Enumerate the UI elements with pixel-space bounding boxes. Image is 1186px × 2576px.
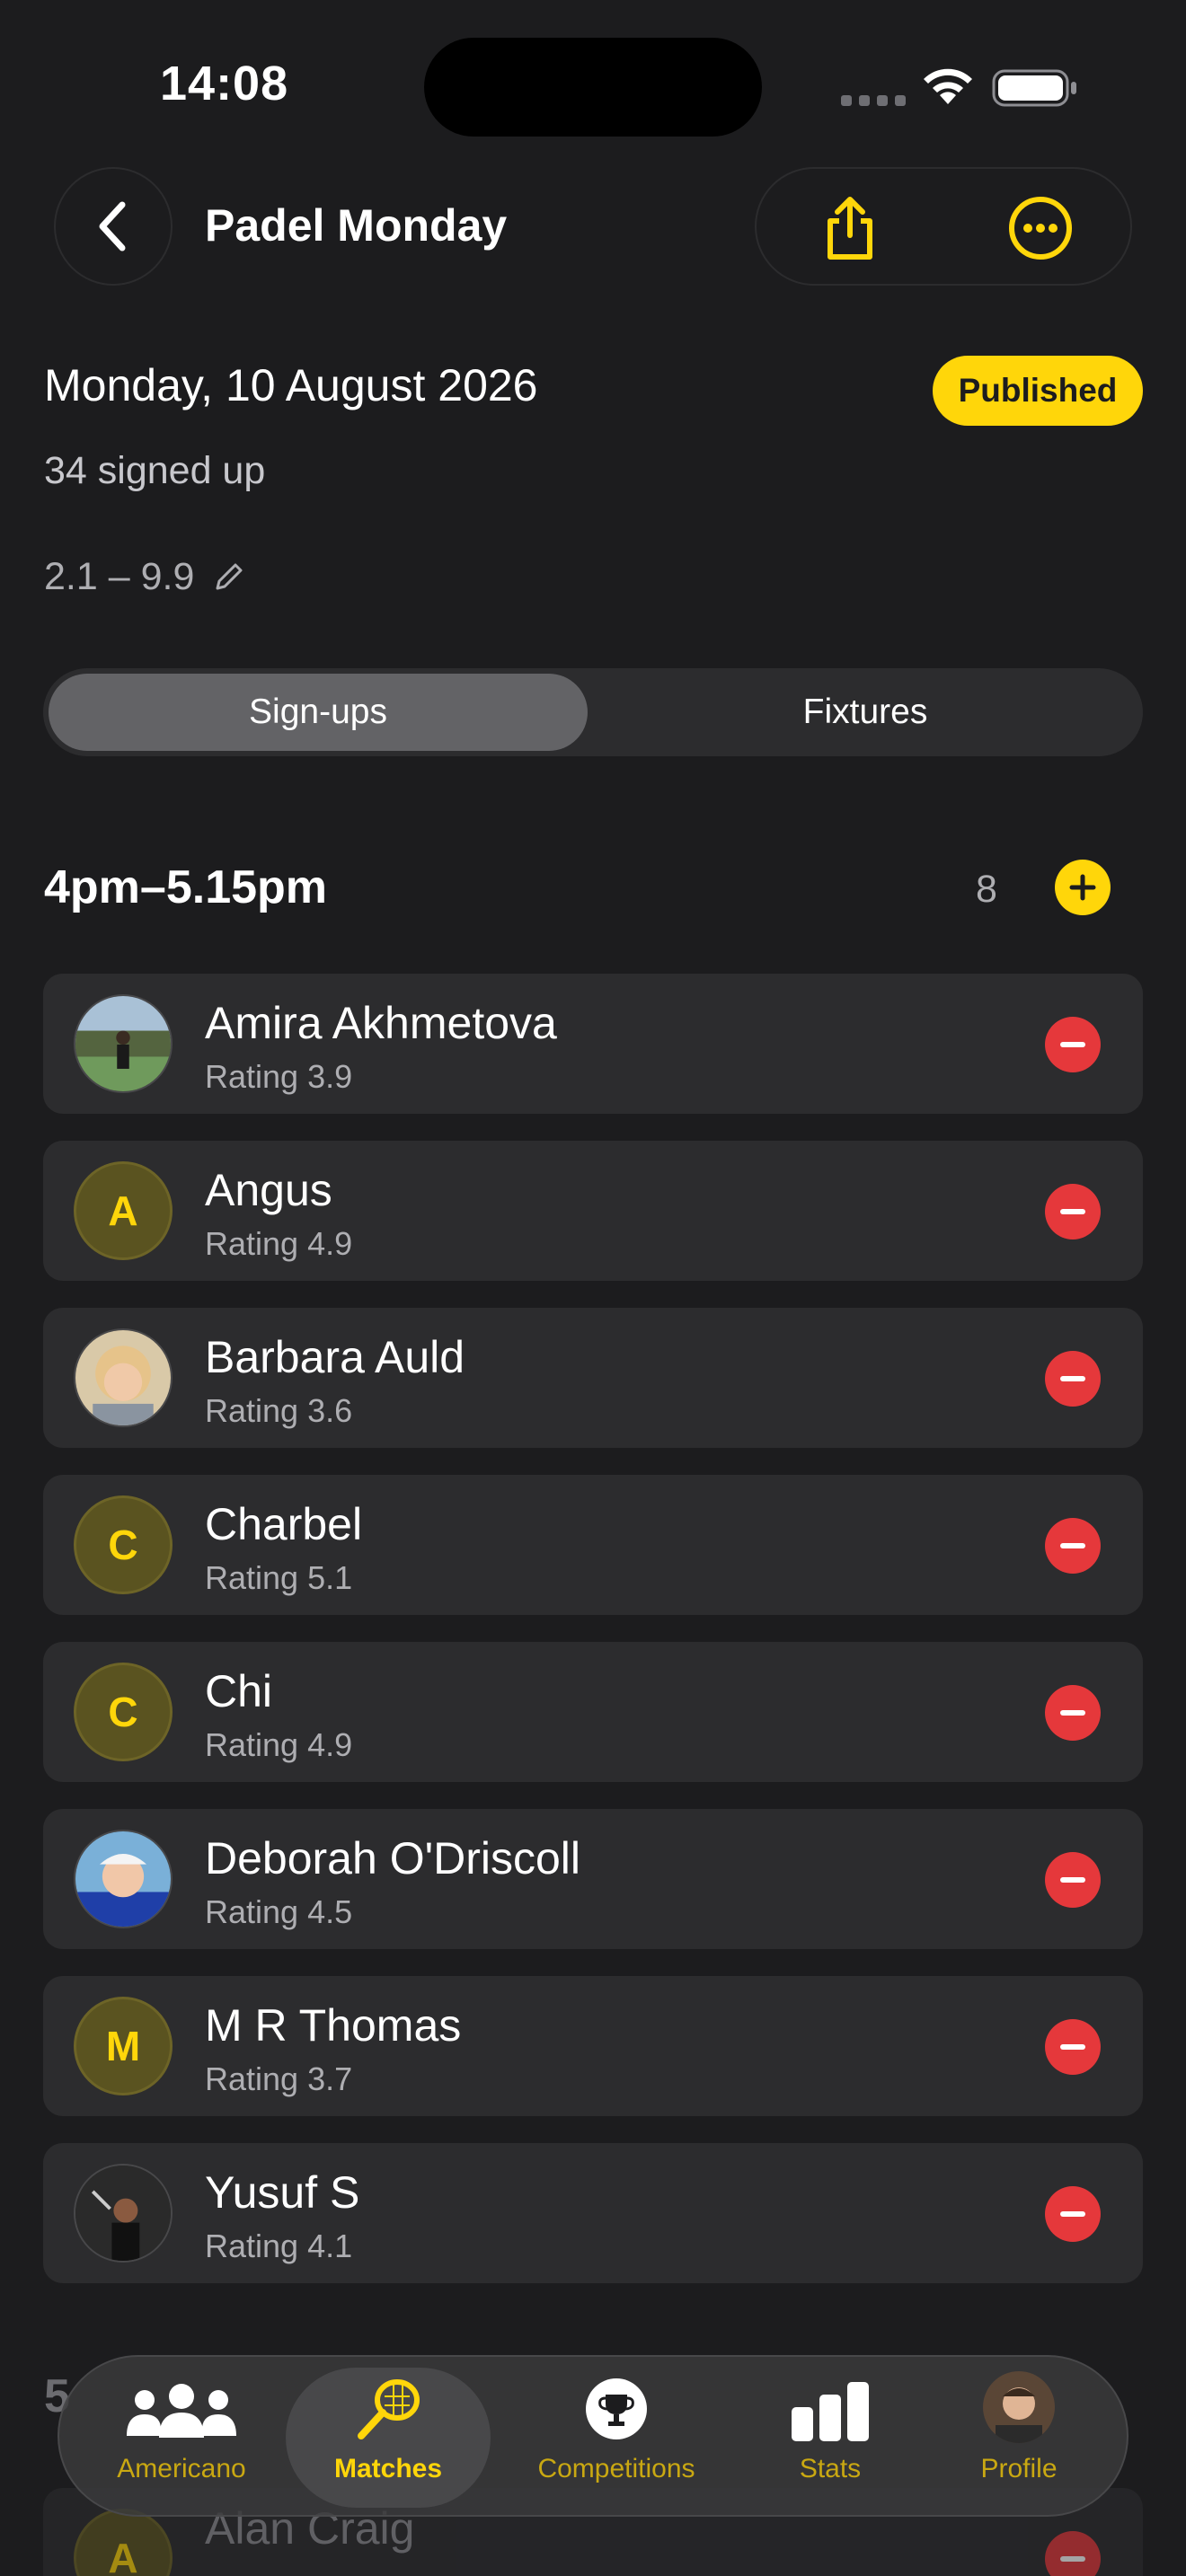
wifi-icon	[924, 68, 972, 104]
avatar: M	[74, 1997, 173, 2095]
list-item[interactable]: M M R Thomas Rating 3.7	[43, 1976, 1143, 2116]
dynamic-island	[424, 38, 762, 137]
tab-matches[interactable]: Matches	[286, 2368, 491, 2508]
player-rating: Rating 4.1	[205, 2228, 353, 2264]
avatar	[74, 994, 173, 1093]
tab-profile[interactable]: Profile	[929, 2368, 1109, 2508]
player-rating: Rating 3.7	[205, 2060, 353, 2097]
avatar: A	[74, 2509, 173, 2576]
more-options-icon[interactable]	[1006, 194, 1075, 262]
tab-label: Stats	[799, 2454, 862, 2483]
avatar: A	[74, 1161, 173, 1260]
tab-label: Profile	[980, 2454, 1058, 2483]
remove-player-button[interactable]	[1045, 1852, 1101, 1908]
signed-up-count: 34 signed up	[44, 449, 266, 492]
minus-icon	[1060, 1877, 1085, 1883]
page-title: Padel Monday	[205, 200, 508, 251]
people-icon	[127, 2384, 236, 2438]
rating-range-text: 2.1 – 9.9	[44, 555, 195, 598]
player-name: Chi	[205, 1666, 273, 1716]
minus-icon	[1060, 1209, 1085, 1214]
back-button[interactable]	[54, 167, 173, 286]
avatar: C	[74, 1663, 173, 1761]
rating-range[interactable]: 2.1 – 9.9	[44, 555, 244, 599]
remove-player-button[interactable]	[1045, 2019, 1101, 2075]
player-rating: Rating 4.9	[205, 1726, 353, 1763]
plus-icon	[1069, 874, 1096, 901]
trophy-icon	[586, 2378, 647, 2439]
tab-bar: Americano Matches Competitions Stats Pro…	[58, 2355, 1128, 2517]
list-item[interactable]: Barbara Auld Rating 3.6	[43, 1308, 1143, 1448]
avatar	[74, 1830, 173, 1928]
racket-icon	[358, 2379, 420, 2439]
minus-icon	[1060, 1710, 1085, 1716]
list-item[interactable]: Deborah O'Driscoll Rating 4.5	[43, 1809, 1143, 1949]
remove-player-button[interactable]	[1045, 2531, 1101, 2576]
remove-player-button[interactable]	[1045, 1685, 1101, 1741]
player-rating: Rating 5.1	[205, 1559, 353, 1596]
session-title: 4pm–5.15pm	[44, 861, 328, 913]
player-rating: Rating 3.9	[205, 1058, 353, 1095]
player-rating: Rating 4.5	[205, 1893, 353, 1930]
cellular-signal-icon	[841, 95, 906, 106]
tab-label: Matches	[333, 2454, 443, 2483]
tab-label: Competitions	[537, 2454, 695, 2483]
minus-icon	[1060, 1376, 1085, 1381]
player-name: Charbel	[205, 1499, 363, 1549]
remove-player-button[interactable]	[1045, 1017, 1101, 1072]
list-item[interactable]: A Angus Rating 4.9	[43, 1141, 1143, 1281]
player-name: Deborah O'Driscoll	[205, 1833, 581, 1883]
pencil-icon[interactable]	[212, 561, 244, 594]
avatar	[983, 2371, 1055, 2443]
player-list: Amira Akhmetova Rating 3.9 A Angus Ratin…	[43, 974, 1143, 2310]
minus-icon	[1060, 2211, 1085, 2217]
minus-icon	[1060, 1543, 1085, 1548]
session-count: 8	[976, 868, 997, 911]
player-rating: Rating 3.6	[205, 1392, 353, 1429]
player-name: Barbara Auld	[205, 1332, 465, 1382]
nav-actions	[755, 167, 1132, 286]
bar-chart-icon	[792, 2382, 869, 2441]
tab-label: Americano	[117, 2454, 246, 2483]
status-time: 14:08	[160, 57, 289, 110]
list-item[interactable]: C Chi Rating 4.9	[43, 1642, 1143, 1782]
avatar	[74, 1328, 173, 1427]
list-item[interactable]: Amira Akhmetova Rating 3.9	[43, 974, 1143, 1114]
list-item[interactable]: Yusuf S Rating 4.1	[43, 2143, 1143, 2283]
tab-stats[interactable]: Stats	[740, 2368, 920, 2508]
tab-sign-ups[interactable]: Sign-ups	[49, 674, 588, 751]
status-badge: Published	[933, 356, 1143, 426]
player-name: Amira Akhmetova	[205, 998, 557, 1048]
remove-player-button[interactable]	[1045, 2186, 1101, 2242]
remove-player-button[interactable]	[1045, 1518, 1101, 1574]
remove-player-button[interactable]	[1045, 1184, 1101, 1239]
segmented-control: Sign-ups Fixtures	[43, 668, 1143, 756]
minus-icon	[1060, 2044, 1085, 2050]
add-player-button[interactable]	[1055, 860, 1111, 915]
remove-player-button[interactable]	[1045, 1351, 1101, 1407]
avatar	[74, 2164, 173, 2263]
list-item[interactable]: C Charbel Rating 5.1	[43, 1475, 1143, 1615]
event-date: Monday, 10 August 2026	[44, 360, 538, 410]
player-rating: Rating 4.9	[205, 1225, 353, 1262]
minus-icon	[1060, 2556, 1085, 2562]
chevron-left-icon	[99, 201, 126, 251]
tab-americano[interactable]: Americano	[86, 2368, 277, 2508]
player-name: Yusuf S	[205, 2167, 360, 2218]
tab-competitions[interactable]: Competitions	[509, 2368, 724, 2508]
minus-icon	[1060, 1042, 1085, 1047]
avatar: C	[74, 1495, 173, 1594]
battery-icon	[992, 69, 1076, 107]
tab-fixtures[interactable]: Fixtures	[593, 674, 1137, 751]
share-icon[interactable]	[816, 194, 884, 262]
player-name: M R Thomas	[205, 2000, 462, 2051]
player-name: Angus	[205, 1165, 332, 1215]
